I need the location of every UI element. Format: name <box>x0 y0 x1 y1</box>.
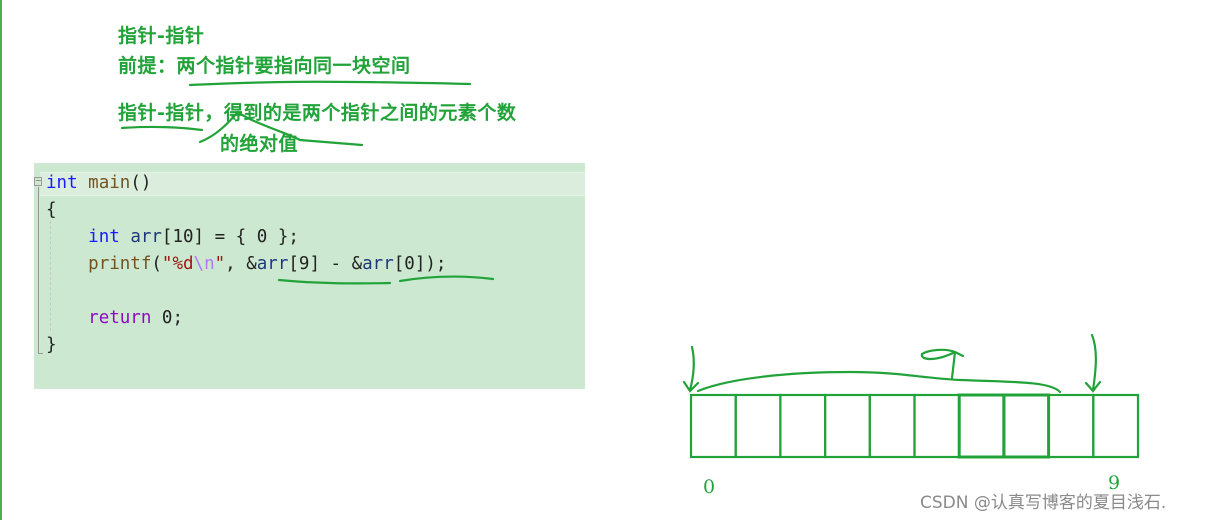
array-cell <box>913 393 961 459</box>
array-cell <box>1047 393 1095 459</box>
underline-pointer-minus-pointer <box>120 125 204 132</box>
array-cell <box>1002 393 1051 459</box>
span-brace-curve <box>696 370 1062 394</box>
array-cell <box>957 393 1006 459</box>
arrow-to-index0 <box>682 345 700 393</box>
array-cell <box>689 393 737 459</box>
watermark: CSDN @认真写博客的夏目浅石. <box>920 493 1167 513</box>
caret-insert-mark <box>198 110 364 147</box>
array-diagram <box>689 393 1140 459</box>
handwritten-annotations <box>120 80 1140 459</box>
underline-arr9 <box>277 278 392 285</box>
array-cell <box>779 393 827 459</box>
underline-arr0 <box>398 275 495 283</box>
index-label-start: 0 <box>703 476 716 498</box>
array-cell <box>734 393 782 459</box>
array-cell <box>823 393 871 459</box>
array-cell <box>1092 393 1140 459</box>
arrow-to-index9 <box>1084 333 1102 393</box>
underline-premise <box>188 80 472 87</box>
span-count-nine <box>920 348 965 380</box>
array-cell <box>868 393 916 459</box>
